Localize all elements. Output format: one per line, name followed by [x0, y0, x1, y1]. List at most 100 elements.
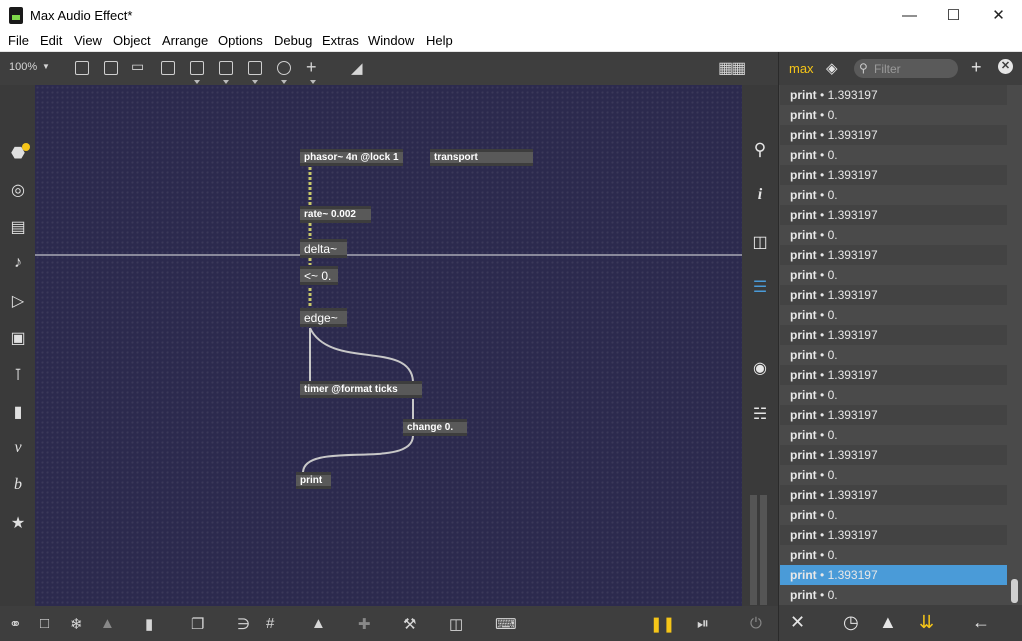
console-row[interactable]: print • 0. — [780, 385, 1007, 405]
audio-icon[interactable]: ◎ — [9, 180, 27, 200]
comment-bottom-icon[interactable]: ▮ — [145, 615, 153, 633]
dial-object-dropdown-icon[interactable] — [281, 80, 287, 84]
menu-extras[interactable]: Extras — [322, 33, 359, 48]
add-object-dropdown-icon[interactable] — [310, 80, 316, 84]
console-row[interactable]: print • 1.393197 — [780, 165, 1007, 185]
play-object-icon[interactable] — [219, 61, 233, 75]
autoscroll-icon[interactable]: ⇊ — [919, 612, 934, 633]
video-icon[interactable]: ▤ — [9, 217, 27, 237]
object-phasor[interactable]: phasor~ 4n @lock 1 — [300, 149, 403, 166]
subpatch-icon[interactable]: ∋ — [237, 615, 250, 633]
presentation-icon[interactable] — [75, 61, 89, 75]
image-icon[interactable]: ▣ — [9, 328, 27, 348]
warning-icon[interactable]: ▲ — [100, 615, 115, 632]
console-row[interactable]: print • 1.393197 — [780, 405, 1007, 425]
console-row[interactable]: print • 0. — [780, 465, 1007, 485]
object-change[interactable]: change 0. — [403, 419, 467, 436]
filter-input[interactable]: ⚲ Filter — [854, 59, 958, 78]
plugin-icon[interactable]: ▮ — [9, 402, 27, 422]
play-circle-icon[interactable]: ⏯ — [697, 615, 709, 632]
timestamp-icon[interactable]: ◷ — [843, 612, 859, 633]
presentation-mode-icon[interactable]: □ — [40, 615, 49, 632]
diamond-menu-icon[interactable]: ◈ — [826, 59, 838, 77]
menu-arrange[interactable]: Arrange — [162, 33, 208, 48]
b-icon[interactable]: b — [9, 476, 27, 494]
power-icon[interactable]: ⏻ — [750, 615, 762, 632]
comment-icon[interactable]: ▭ — [131, 58, 144, 75]
console-row[interactable]: print • 1.393197 — [780, 285, 1007, 305]
keyboard-icon[interactable]: ⌨ — [495, 615, 517, 633]
star-icon[interactable]: ★ — [9, 513, 27, 533]
console-scrollbar[interactable] — [1008, 85, 1022, 605]
console-row[interactable]: print • 1.393197 — [780, 365, 1007, 385]
console-scroll-thumb[interactable] — [1011, 579, 1018, 603]
object-less-than[interactable]: <~ 0. — [300, 266, 338, 285]
console-row[interactable]: print • 0. — [780, 105, 1007, 125]
console-row[interactable]: print • 1.393197 — [780, 125, 1007, 145]
warning-filter-icon[interactable]: ▲ — [879, 612, 897, 633]
object-transport[interactable]: transport — [430, 149, 533, 166]
console-row[interactable]: print • 1.393197 — [780, 525, 1007, 545]
object-edge[interactable]: edge~ — [300, 308, 347, 327]
pin-icon[interactable]: ✚ — [358, 615, 371, 633]
menu-edit[interactable]: Edit — [40, 33, 62, 48]
menu-view[interactable]: View — [74, 33, 102, 48]
console-row[interactable]: print • 1.393197 — [780, 445, 1007, 465]
console-row[interactable]: print • 1.393197 — [780, 245, 1007, 265]
console-row[interactable]: print • 1.393197 — [780, 565, 1007, 585]
clear-filter-icon[interactable]: ✕ — [998, 59, 1013, 74]
back-arrow-icon[interactable]: ← — [972, 612, 990, 633]
console-row[interactable]: print • 0. — [780, 265, 1007, 285]
slider-object-icon[interactable] — [248, 61, 262, 75]
freeze-icon[interactable]: ❄ — [70, 615, 83, 633]
info-icon[interactable]: i — [750, 186, 770, 204]
button-object-icon[interactable] — [190, 61, 204, 75]
camera-icon[interactable]: ◉ — [750, 358, 770, 378]
wrench-icon[interactable]: ⚒ — [403, 615, 416, 633]
menu-help[interactable]: Help — [426, 33, 453, 48]
clear-console-icon[interactable]: ✕ — [790, 612, 805, 633]
minimize-icon[interactable]: — — [887, 0, 932, 31]
console-tab-max[interactable]: max — [789, 61, 814, 76]
add-object-icon[interactable]: + — [306, 57, 317, 78]
maximize-icon[interactable]: ☐ — [931, 0, 976, 31]
v8-icon[interactable]: v — [9, 439, 27, 457]
message-box-icon[interactable] — [104, 61, 118, 75]
object-rate[interactable]: rate~ 0.002 — [300, 206, 371, 223]
piano-icon[interactable]: ◫ — [449, 615, 463, 633]
sliders-icon[interactable]: ☵ — [750, 404, 770, 424]
console-row[interactable]: print • 0. — [780, 345, 1007, 365]
media-icon[interactable]: ▷ — [9, 291, 27, 311]
menu-options[interactable]: Options — [218, 33, 263, 48]
slider-object-dropdown-icon[interactable] — [252, 80, 258, 84]
console-row[interactable]: print • 1.393197 — [780, 85, 1007, 105]
button-object-dropdown-icon[interactable] — [194, 80, 200, 84]
console-row[interactable]: print • 0. — [780, 585, 1007, 605]
audio-meter-icon[interactable]: ❚❚ — [650, 615, 675, 633]
toggle-object-icon[interactable] — [161, 61, 175, 75]
console-row[interactable]: print • 1.393197 — [780, 205, 1007, 225]
close-icon[interactable]: ✕ — [976, 0, 1021, 31]
console-row[interactable]: print • 0. — [780, 305, 1007, 325]
object-timer[interactable]: timer @format ticks — [300, 381, 422, 398]
console-row[interactable]: print • 0. — [780, 545, 1007, 565]
console-row[interactable]: print • 0. — [780, 225, 1007, 245]
console-row[interactable]: print • 0. — [780, 145, 1007, 165]
console-list[interactable]: print • 1.393197 print • 0. print • 1.3931… — [779, 85, 1007, 605]
console-row[interactable]: print • 1.393197 — [780, 485, 1007, 505]
object-delta[interactable]: delta~ — [300, 239, 347, 258]
menu-object[interactable]: Object — [113, 33, 151, 48]
clip-icon[interactable]: ⊺ — [9, 365, 27, 385]
paint-bucket-icon[interactable]: ◢ — [351, 59, 363, 77]
console-row[interactable]: print • 1.393197 — [780, 325, 1007, 345]
add-icon[interactable]: + — [971, 57, 982, 78]
music-icon[interactable]: ♪ — [9, 254, 27, 272]
zoom-dropdown-icon[interactable]: ▼ — [42, 62, 50, 71]
grid-icon[interactable]: # — [266, 615, 274, 632]
search-icon[interactable]: ⚲ — [750, 140, 770, 160]
layers-icon[interactable]: ❐ — [191, 615, 204, 633]
console-row[interactable]: print • 0. — [780, 425, 1007, 445]
menu-window[interactable]: Window — [368, 33, 414, 48]
console-row[interactable]: print • 0. — [780, 185, 1007, 205]
zoom-level[interactable]: 100% — [9, 61, 37, 73]
